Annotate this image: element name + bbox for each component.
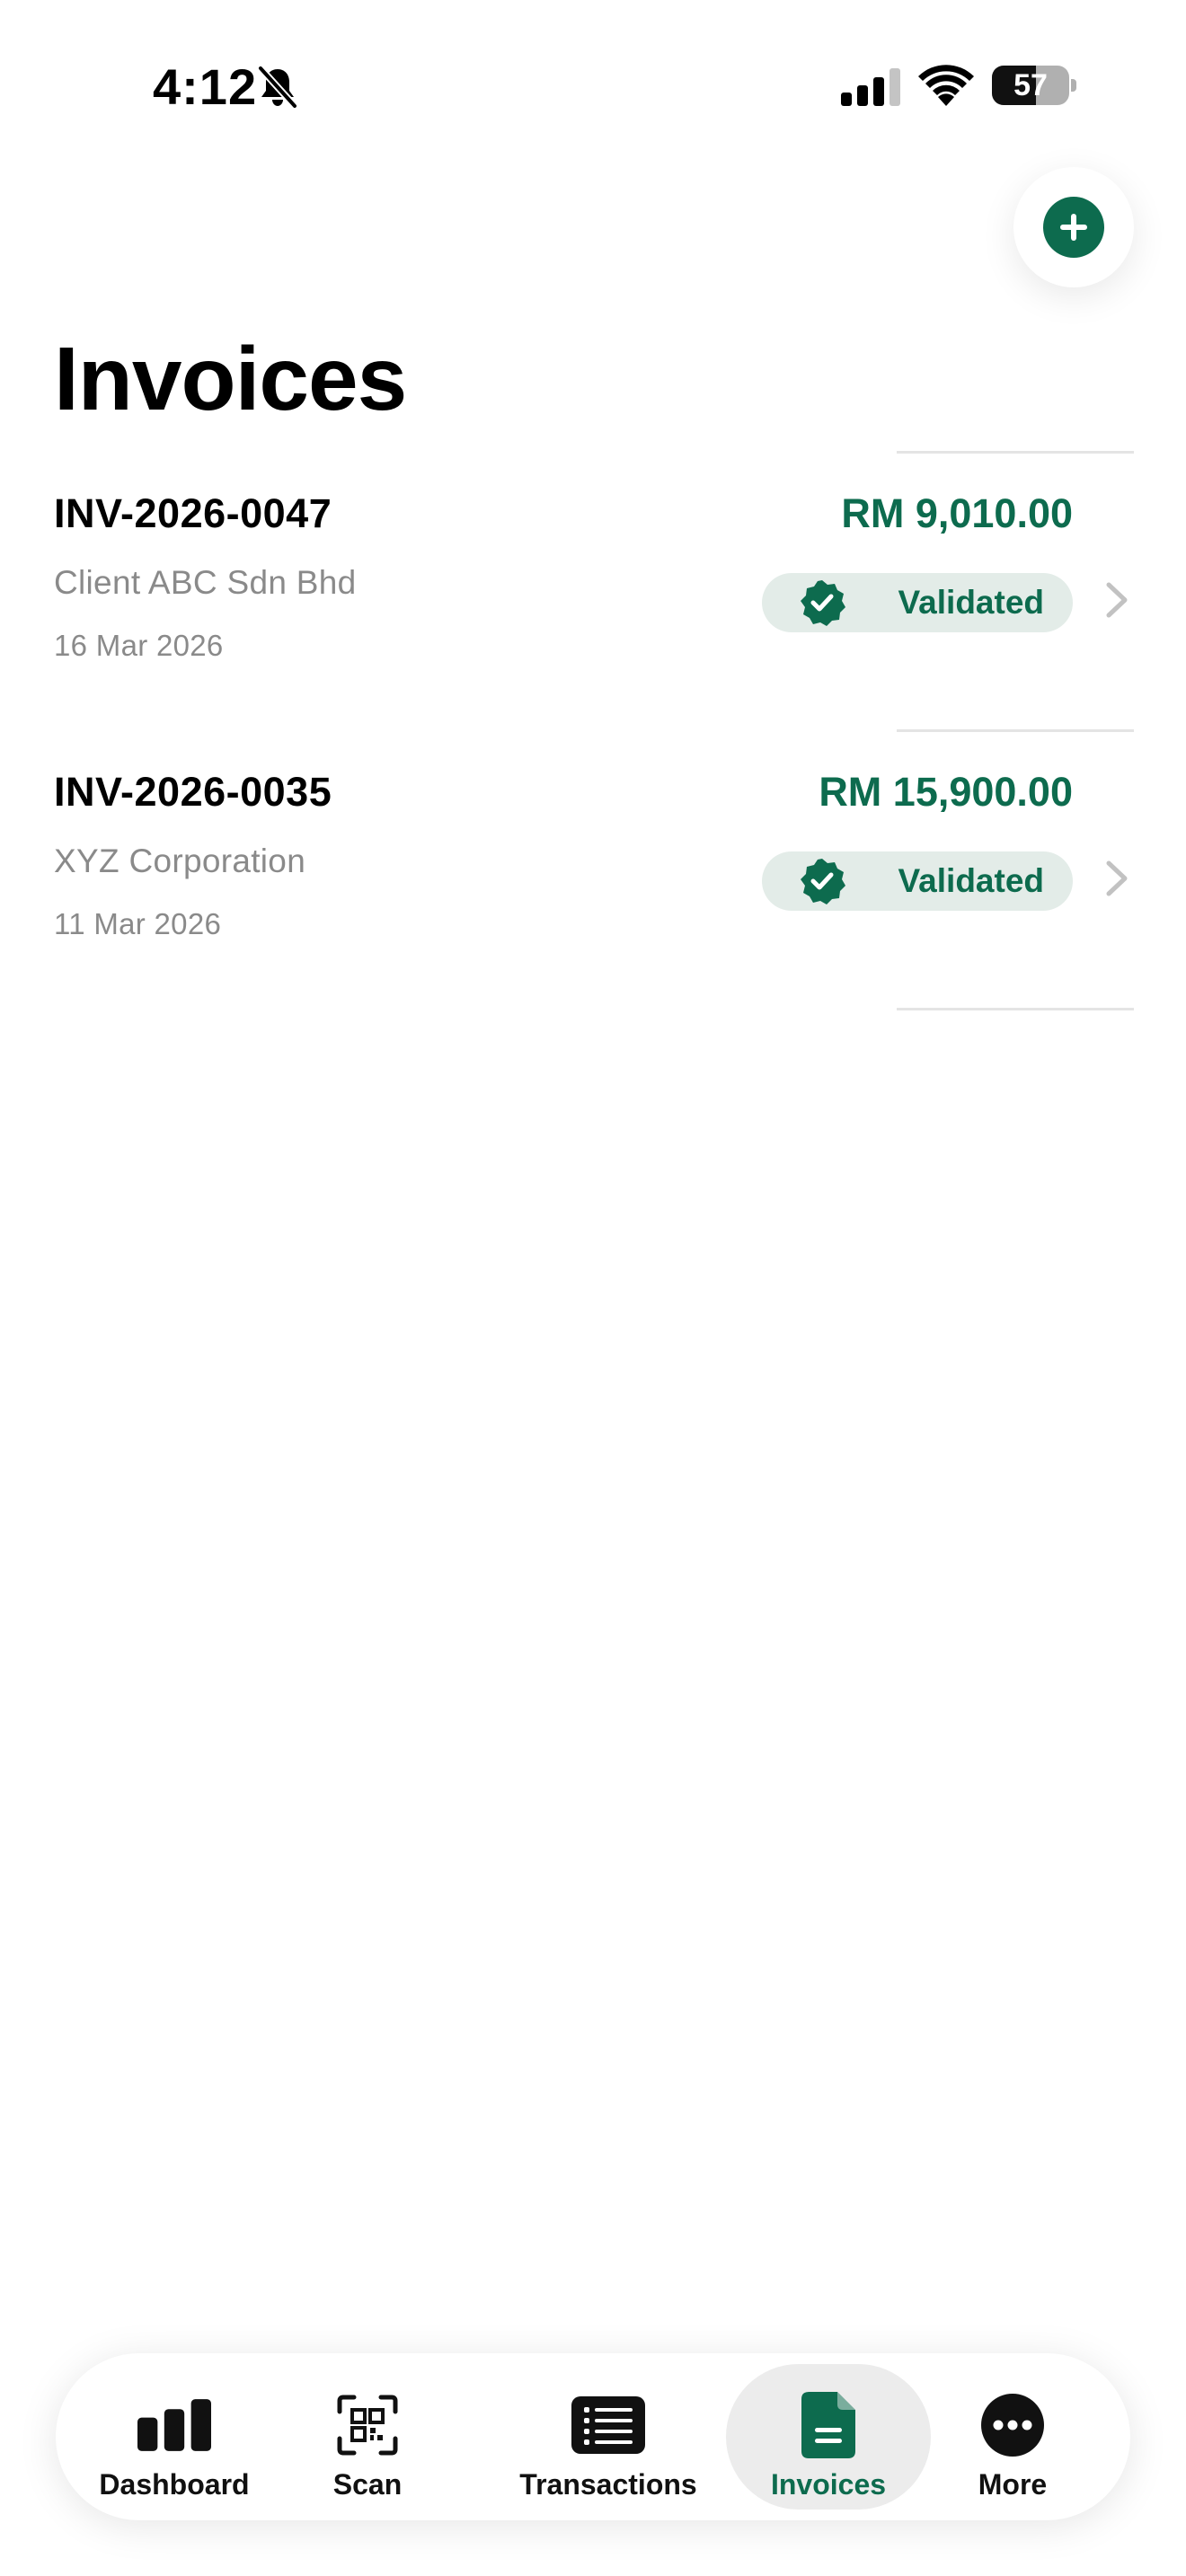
- battery-body: 57: [992, 66, 1069, 105]
- list-divider: [897, 729, 1134, 732]
- status-label: Validated: [898, 862, 1044, 899]
- invoice-amount: RM 15,900.00: [819, 769, 1073, 815]
- invoice-amount: RM 9,010.00: [841, 490, 1073, 536]
- invoice-client: Client ABC Sdn Bhd: [54, 564, 357, 601]
- bar-chart-icon: [137, 2393, 211, 2457]
- list-divider: [897, 1008, 1134, 1010]
- add-invoice-button[interactable]: [1013, 167, 1134, 287]
- invoice-date: 16 Mar 2026: [54, 629, 224, 662]
- invoice-number: INV-2026-0035: [54, 769, 332, 815]
- tab-more[interactable]: More: [945, 2364, 1080, 2510]
- status-label: Validated: [898, 584, 1044, 621]
- add-button-circle: [1043, 197, 1104, 258]
- status-time: 4:12: [153, 58, 258, 115]
- verified-badge-icon: [801, 859, 845, 904]
- ellipsis-circle-icon: [976, 2393, 1049, 2457]
- battery-icon: 57: [992, 66, 1076, 105]
- page-title: Invoices: [54, 329, 407, 429]
- status-badge: Validated: [762, 851, 1073, 911]
- tab-invoices[interactable]: Invoices: [726, 2364, 931, 2510]
- tab-label: Dashboard: [99, 2468, 250, 2501]
- bell-slash-icon: [257, 65, 298, 110]
- status-bar: 4:12 57: [0, 0, 1186, 171]
- plus-icon: [1060, 214, 1087, 241]
- tab-label: Scan: [332, 2468, 403, 2501]
- invoice-date: 11 Mar 2026: [54, 907, 222, 940]
- invoice-row[interactable]: INV-2026-0047 Client ABC Sdn Bhd 16 Mar …: [0, 456, 1186, 731]
- tab-bar: Dashboard Scan Transactions Invoices Mor…: [56, 2353, 1130, 2520]
- chevron-right-icon: [1106, 860, 1128, 896]
- tab-transactions[interactable]: Transactions: [496, 2364, 721, 2510]
- tab-label: Invoices: [770, 2468, 887, 2501]
- list-divider: [897, 451, 1134, 454]
- wifi-icon: [918, 65, 974, 106]
- list-icon: [571, 2393, 645, 2457]
- invoice-number: INV-2026-0047: [54, 490, 332, 536]
- battery-nub: [1071, 79, 1076, 92]
- invoice-row[interactable]: INV-2026-0035 XYZ Corporation 11 Mar 202…: [0, 735, 1186, 1010]
- qr-scan-icon: [331, 2393, 404, 2457]
- invoice-client: XYZ Corporation: [54, 842, 306, 879]
- tab-label: More: [978, 2468, 1048, 2501]
- chevron-right-icon: [1106, 582, 1128, 618]
- status-badge: Validated: [762, 573, 1073, 632]
- tab-scan[interactable]: Scan: [291, 2364, 444, 2510]
- tab-dashboard[interactable]: Dashboard: [75, 2364, 273, 2510]
- battery-level: 57: [1013, 68, 1048, 102]
- verified-badge-icon: [801, 580, 845, 626]
- tab-label: Transactions: [519, 2468, 697, 2501]
- cellular-signal-icon: [841, 68, 900, 106]
- document-icon: [792, 2392, 865, 2458]
